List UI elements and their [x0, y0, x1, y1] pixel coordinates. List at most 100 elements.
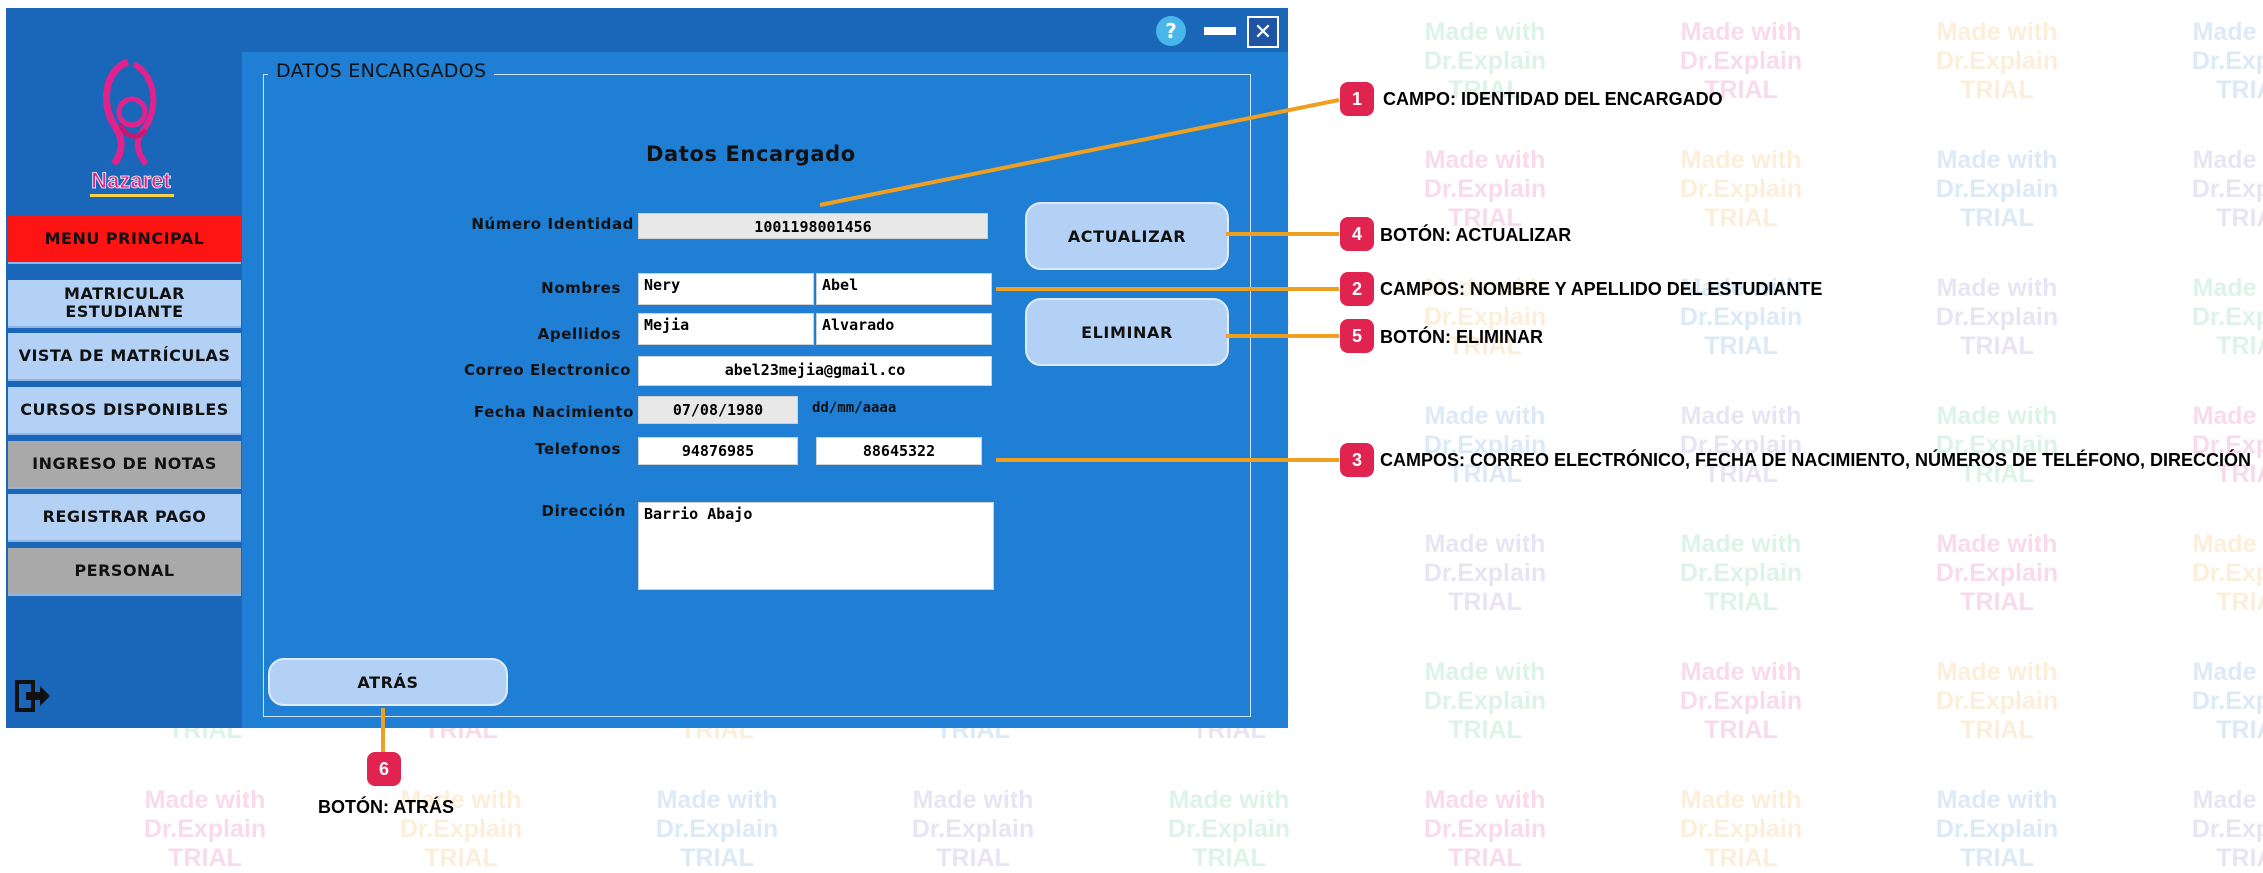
watermark-line: Dr.Explain — [1935, 815, 2059, 843]
label-identidad: Número Identidad — [471, 215, 634, 233]
watermark-line: Dr.Explain — [1423, 47, 1547, 75]
watermark-line: Dr.Explain — [655, 815, 779, 843]
watermark-line: Made with — [1424, 146, 1546, 174]
correo-field[interactable]: abel23mejia@gmail.co — [638, 356, 992, 386]
nombre1-field[interactable]: Nery — [638, 273, 814, 305]
watermark-line: Dr.Explain — [1935, 47, 2059, 75]
cursos-disponibles-button[interactable]: CURSOS DISPONIBLES — [8, 387, 241, 435]
telefono1-field[interactable]: 94876985 — [638, 437, 798, 465]
watermark-line: Made with — [2192, 18, 2263, 46]
watermark-tile: Made withDr.ExplainTRIAL — [1666, 786, 1816, 873]
watermark-line: Made with — [1680, 402, 1802, 430]
label-correo: Correo Electronico — [464, 361, 631, 379]
watermark-line: Dr.Explain — [1935, 303, 2059, 331]
watermark-line: TRIAL — [1192, 844, 1266, 872]
identidad-field[interactable]: 1001198001456 — [638, 213, 988, 239]
watermark-line: Dr.Explain — [1423, 559, 1547, 587]
watermark-line: Dr.Explain — [1935, 687, 2059, 715]
watermark-line: TRIAL — [1704, 716, 1778, 744]
watermark-line: Made with — [2192, 274, 2263, 302]
label-fecha: Fecha Nacimiento — [473, 403, 634, 421]
watermark-line: Dr.Explain — [2191, 687, 2263, 715]
callout-badge-4: 4 — [1340, 217, 1374, 251]
watermark-line: Made with — [1168, 786, 1290, 814]
watermark-line: Dr.Explain — [1679, 559, 1803, 587]
callout-text-3: CAMPOS: CORREO ELECTRÓNICO, FECHA DE NAC… — [1380, 450, 2252, 470]
watermark-line: Dr.Explain — [1679, 303, 1803, 331]
watermark-line: TRIAL — [2216, 332, 2263, 360]
watermark-tile: Made withDr.ExplainTRIAL — [898, 786, 1048, 873]
nazaret-logo: Nazaret — [76, 54, 186, 204]
minimize-icon[interactable] — [1203, 16, 1237, 46]
eliminar-button[interactable]: ELIMINAR — [1025, 298, 1229, 366]
watermark-line: Dr.Explain — [911, 815, 1035, 843]
watermark-tile: Made withDr.ExplainTRIAL — [2178, 658, 2263, 745]
watermark-line: TRIAL — [1960, 76, 2034, 104]
watermark-line: TRIAL — [1704, 332, 1778, 360]
watermark-line: TRIAL — [424, 844, 498, 872]
callout-text-5: BOTÓN: ELIMINAR — [1380, 327, 1543, 347]
watermark-line: Made with — [1424, 402, 1546, 430]
ingreso-notas-button[interactable]: INGRESO DE NOTAS — [8, 441, 241, 489]
watermark-line: TRIAL — [1704, 844, 1778, 872]
watermark-line: Made with — [1936, 402, 2058, 430]
watermark-line: Made with — [2192, 146, 2263, 174]
logout-icon[interactable] — [12, 676, 52, 716]
watermark-line: Made with — [1936, 658, 2058, 686]
watermark-line: TRIAL — [2216, 844, 2263, 872]
watermark-line: Dr.Explain — [2191, 559, 2263, 587]
fecha-field[interactable]: 07/08/1980 — [638, 396, 798, 424]
watermark-line: Dr.Explain — [1679, 815, 1803, 843]
watermark-line: Made with — [2192, 402, 2263, 430]
watermark-line: TRIAL — [1448, 844, 1522, 872]
watermark-line: Dr.Explain — [1167, 815, 1291, 843]
apellido1-field[interactable]: Mejia — [638, 313, 814, 345]
watermark-tile: Made withDr.ExplainTRIAL — [1922, 274, 2072, 361]
callout-badge-3: 3 — [1340, 443, 1374, 477]
watermark-line: Made with — [656, 786, 778, 814]
watermark-line: Made with — [2192, 530, 2263, 558]
personal-button[interactable]: PERSONAL — [8, 548, 241, 596]
watermark-line: TRIAL — [680, 844, 754, 872]
registrar-pago-button[interactable]: REGISTRAR PAGO — [8, 494, 241, 542]
close-icon[interactable]: ✕ — [1247, 16, 1279, 48]
atras-button[interactable]: ATRÁS — [268, 658, 508, 706]
watermark-line: Dr.Explain — [1679, 47, 1803, 75]
watermark-tile: Made withDr.ExplainTRIAL — [1922, 786, 2072, 873]
watermark-line: Made with — [1936, 530, 2058, 558]
nombre2-field[interactable]: Abel — [816, 273, 992, 305]
label-nombres: Nombres — [541, 279, 621, 297]
menu-principal-button[interactable]: MENU PRINCIPAL — [8, 216, 241, 264]
watermark-line: Made with — [1680, 18, 1802, 46]
telefono2-field[interactable]: 88645322 — [816, 437, 982, 465]
watermark-line: Made with — [1680, 786, 1802, 814]
watermark-tile: Made withDr.ExplainTRIAL — [642, 786, 792, 873]
watermark-tile: Made withDr.ExplainTRIAL — [1922, 530, 2072, 617]
watermark-line: Made with — [1936, 146, 2058, 174]
watermark-line: TRIAL — [1960, 588, 2034, 616]
watermark-line: TRIAL — [1960, 844, 2034, 872]
callout-text-6: BOTÓN: ATRÁS — [318, 797, 454, 817]
watermark-line: Made with — [2192, 786, 2263, 814]
watermark-tile: Made withDr.ExplainTRIAL — [2178, 786, 2263, 873]
watermark-tile: Made withDr.ExplainTRIAL — [1154, 786, 1304, 873]
matricular-estudiante-button[interactable]: MATRICULAR ESTUDIANTE — [8, 280, 241, 328]
apellido2-field[interactable]: Alvarado — [816, 313, 992, 345]
help-icon[interactable]: ? — [1156, 16, 1186, 46]
app-window: Nazaret MENU PRINCIPAL MATRICULAR ESTUDI… — [6, 8, 1288, 728]
form-title: Datos Encargado — [646, 142, 856, 166]
watermark-tile: Made withDr.ExplainTRIAL — [1410, 146, 1560, 233]
direccion-field[interactable]: Barrio Abajo — [638, 502, 994, 590]
watermark-line: Dr.Explain — [1423, 687, 1547, 715]
watermark-tile: Made withDr.ExplainTRIAL — [1410, 402, 1560, 489]
fecha-format-hint: dd/mm/aaaa — [812, 400, 897, 416]
actualizar-button[interactable]: ACTUALIZAR — [1025, 202, 1229, 270]
watermark-line: Dr.Explain — [1423, 175, 1547, 203]
label-apellidos: Apellidos — [537, 325, 621, 343]
vista-matriculas-button[interactable]: VISTA DE MATRÍCULAS — [8, 333, 241, 381]
watermark-line: Made with — [1424, 18, 1546, 46]
watermark-tile: Made withDr.ExplainTRIAL — [2178, 402, 2263, 489]
watermark-line: Made with — [1680, 530, 1802, 558]
watermark-line: Made with — [1936, 786, 2058, 814]
watermark-line: TRIAL — [1960, 204, 2034, 232]
